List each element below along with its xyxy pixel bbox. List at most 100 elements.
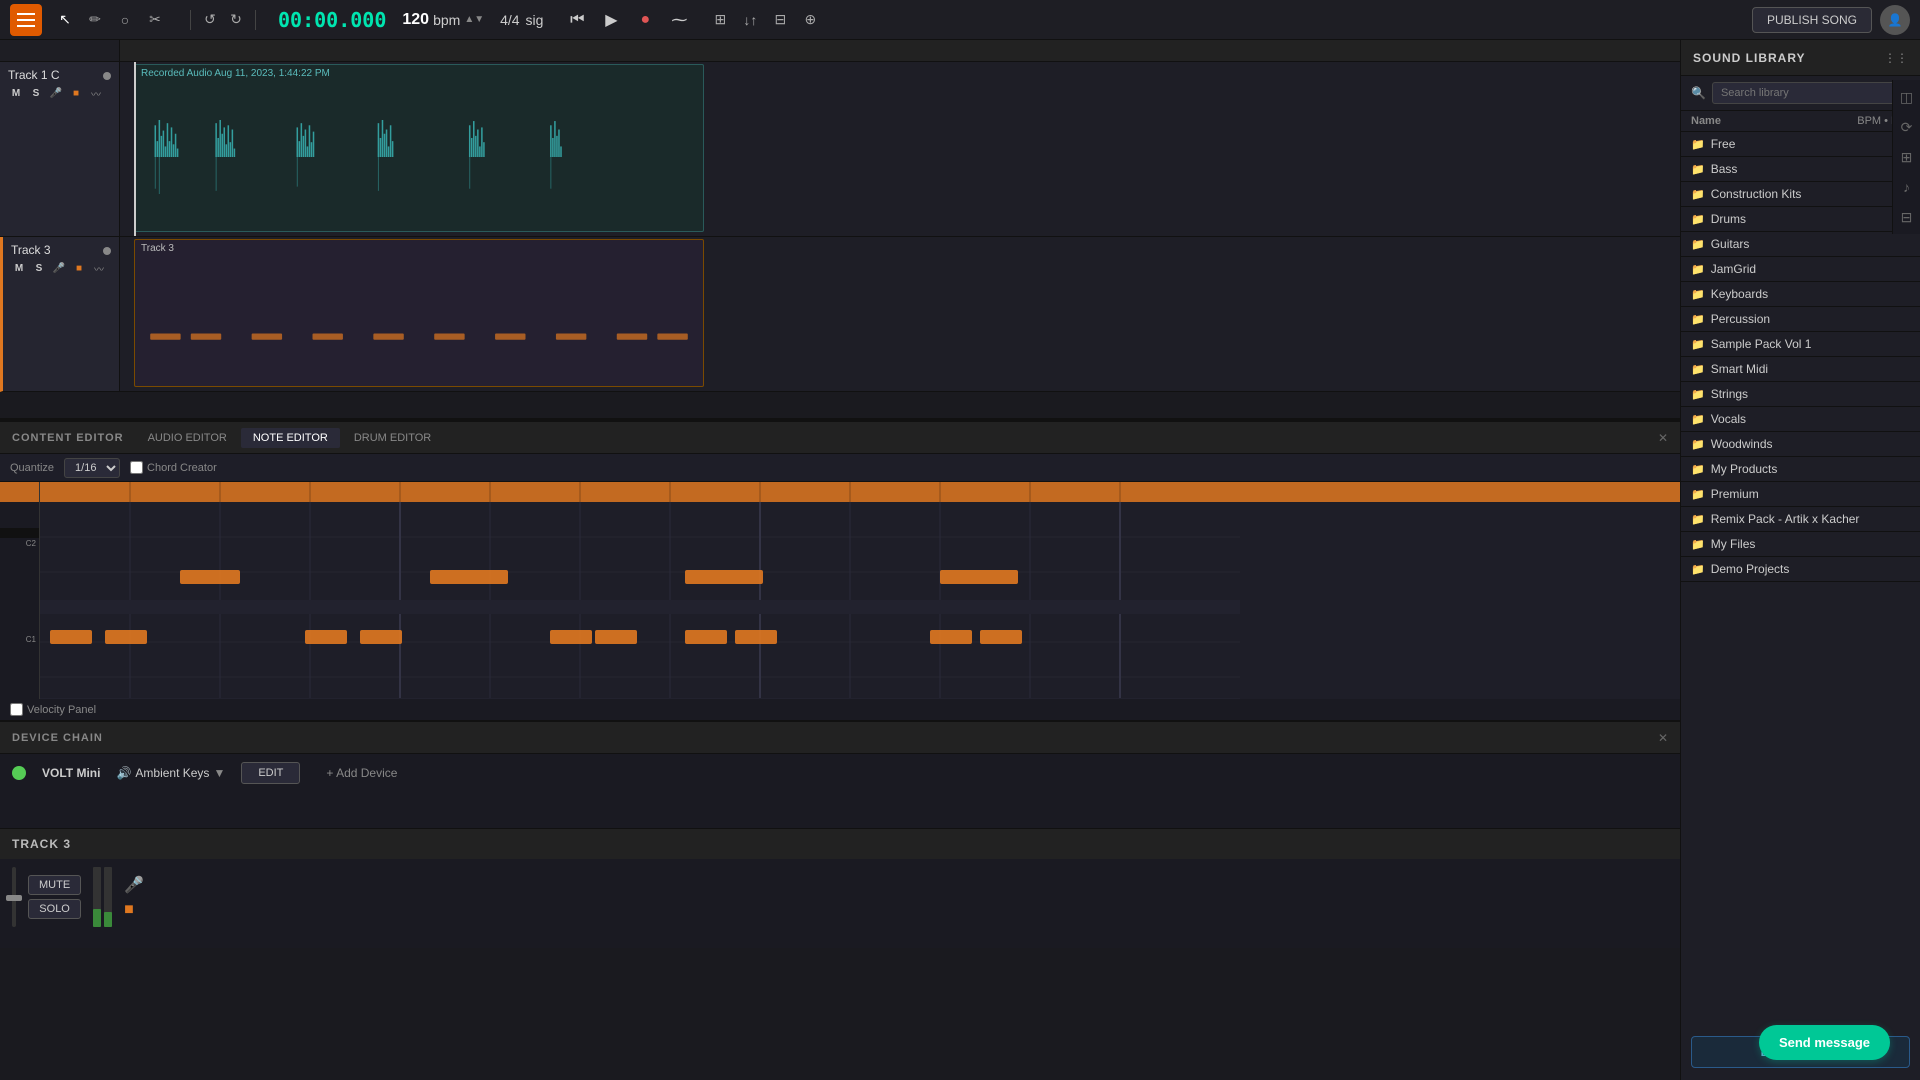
- library-item-vocals[interactable]: 📁 Vocals: [1681, 407, 1920, 432]
- transport-controls: ⏮ ▶ ● ⁓: [563, 6, 693, 34]
- vert-icon-2[interactable]: ⟳: [1896, 116, 1918, 138]
- editor-close-button[interactable]: ✕: [1658, 431, 1668, 445]
- track-3-mic[interactable]: 🎤: [51, 261, 67, 275]
- library-item-sample-pack-vol1[interactable]: 📁 Sample Pack Vol 1: [1681, 332, 1920, 357]
- track-1c-mic[interactable]: 🎤: [48, 86, 64, 100]
- quantize-select[interactable]: 1/16 1/8 1/4: [64, 458, 120, 478]
- note-block-l8[interactable]: [735, 630, 777, 644]
- track-1c-fx[interactable]: 〰: [88, 86, 104, 100]
- library-item-smart-midi[interactable]: 📁 Smart Midi: [1681, 357, 1920, 382]
- track-3-solo[interactable]: S: [31, 261, 47, 275]
- tab-drum-editor[interactable]: DRUM EDITOR: [342, 428, 443, 448]
- user-avatar[interactable]: 👤: [1880, 5, 1910, 35]
- play-button[interactable]: ▶: [597, 6, 625, 34]
- library-item-bass[interactable]: 📁 Bass: [1681, 157, 1920, 182]
- sound-library-options-button[interactable]: ⋮⋮: [1884, 51, 1908, 65]
- piano-keys: C2 C1: [0, 482, 39, 699]
- menu-button[interactable]: [10, 4, 42, 36]
- note-block-u1[interactable]: [180, 570, 240, 584]
- track-1c-content[interactable]: Recorded Audio Aug 11, 2023, 1:44:22 PM: [120, 62, 1680, 237]
- library-item-keyboards[interactable]: 📁 Keyboards: [1681, 282, 1920, 307]
- library-item-jamgrid[interactable]: 📁 JamGrid: [1681, 257, 1920, 282]
- velocity-panel-checkbox[interactable]: [10, 703, 23, 716]
- library-item-drums[interactable]: 📁 Drums: [1681, 207, 1920, 232]
- clock-tool[interactable]: ○: [112, 7, 138, 33]
- note-block-l3[interactable]: [305, 630, 347, 644]
- library-item-name-construction-kits: Construction Kits: [1711, 187, 1802, 201]
- library-item-strings[interactable]: 📁 Strings: [1681, 382, 1920, 407]
- library-item-demo-projects[interactable]: 📁 Demo Projects: [1681, 557, 1920, 582]
- rewind-button[interactable]: ⏮: [563, 6, 591, 34]
- add-device-button[interactable]: + Add Device: [316, 762, 407, 784]
- track3-fader-handle[interactable]: [6, 895, 22, 901]
- publish-button[interactable]: PUBLISH SONG: [1752, 7, 1872, 33]
- bpm-control[interactable]: 120 bpm ▲▼: [402, 11, 484, 29]
- note-grid[interactable]: [40, 482, 1680, 699]
- track-3-content[interactable]: Track 3: [120, 237, 1680, 392]
- note-block-l2[interactable]: [105, 630, 147, 644]
- track-3-mute[interactable]: M: [11, 261, 27, 275]
- fx-button[interactable]: ⊕: [797, 7, 823, 33]
- track-3-eq[interactable]: ■: [71, 261, 87, 275]
- vert-icon-1[interactable]: ◫: [1896, 86, 1918, 108]
- track-1c-knob[interactable]: [103, 72, 111, 80]
- track3-mute-button[interactable]: MUTE: [28, 875, 81, 895]
- note-block-u3[interactable]: [685, 570, 763, 584]
- piano-key-c1[interactable]: C1: [0, 630, 39, 648]
- vert-icon-5[interactable]: ⊟: [1896, 206, 1918, 228]
- note-block-l4[interactable]: [360, 630, 402, 644]
- bpm-arrows[interactable]: ▲▼: [464, 14, 484, 25]
- vert-icon-4[interactable]: ♪: [1896, 176, 1918, 198]
- track3-solo-button[interactable]: SOLO: [28, 899, 81, 919]
- scissors-tool[interactable]: ✂: [142, 7, 168, 33]
- library-item-percussion[interactable]: 📁 Percussion: [1681, 307, 1920, 332]
- send-message-button[interactable]: Send message: [1759, 1025, 1890, 1060]
- tab-audio-editor[interactable]: AUDIO EDITOR: [136, 428, 239, 448]
- redo-button[interactable]: ↻: [223, 7, 249, 33]
- piano-key-b2-flat[interactable]: [0, 528, 39, 538]
- library-item-name-guitars: Guitars: [1711, 237, 1750, 251]
- note-block-l1[interactable]: [50, 630, 92, 644]
- library-item-construction-kits[interactable]: 📁 Construction Kits: [1681, 182, 1920, 207]
- library-item-premium[interactable]: 📁 Premium: [1681, 482, 1920, 507]
- midi-clip-3[interactable]: Track 3: [134, 239, 704, 387]
- note-block-l7[interactable]: [685, 630, 727, 644]
- note-block-l6[interactable]: [595, 630, 637, 644]
- quantize-button[interactable]: ↓↑: [737, 7, 763, 33]
- tab-note-editor[interactable]: NOTE EDITOR: [241, 428, 340, 448]
- note-block-u2[interactable]: [430, 570, 508, 584]
- library-item-my-products[interactable]: 📁 My Products: [1681, 457, 1920, 482]
- vert-icon-3[interactable]: ⊞: [1896, 146, 1918, 168]
- library-item-guitars[interactable]: 📁 Guitars: [1681, 232, 1920, 257]
- undo-button[interactable]: ↺: [197, 7, 223, 33]
- track-1c-mute[interactable]: M: [8, 86, 24, 100]
- snap-button[interactable]: ⊞: [707, 7, 733, 33]
- track-3-knob[interactable]: [103, 247, 111, 255]
- pointer-tool[interactable]: ↖: [52, 7, 78, 33]
- track-1c-solo[interactable]: S: [28, 86, 44, 100]
- note-block-l9[interactable]: [930, 630, 972, 644]
- library-search-input[interactable]: [1712, 82, 1910, 104]
- library-item-woodwinds[interactable]: 📁 Woodwinds: [1681, 432, 1920, 457]
- track3-mic-icon[interactable]: 🎤: [124, 875, 144, 895]
- device-chain-close-button[interactable]: ✕: [1658, 731, 1668, 745]
- device-power-button[interactable]: [12, 766, 26, 780]
- device-edit-button[interactable]: EDIT: [241, 762, 300, 784]
- track-3-fx[interactable]: 〰: [91, 261, 107, 275]
- audio-clip-1c[interactable]: Recorded Audio Aug 11, 2023, 1:44:22 PM: [134, 64, 704, 232]
- library-item-remix-pack[interactable]: 📁 Remix Pack - Artik x Kacher: [1681, 507, 1920, 532]
- track3-eq-icon[interactable]: ■: [124, 901, 144, 919]
- align-button[interactable]: ⊟: [767, 7, 793, 33]
- library-item-my-files[interactable]: 📁 My Files: [1681, 532, 1920, 557]
- note-block-l10[interactable]: [980, 630, 1022, 644]
- device-preset-arrow[interactable]: ▼: [213, 766, 225, 780]
- note-block-u4[interactable]: [940, 570, 1018, 584]
- library-item-free[interactable]: 📁 Free: [1681, 132, 1920, 157]
- track-row-3: Track 3 M S 🎤 ■ 〰: [0, 237, 1680, 392]
- pencil-tool[interactable]: ✏: [82, 7, 108, 33]
- chord-creator-checkbox[interactable]: [130, 461, 143, 474]
- record-button[interactable]: ●: [631, 6, 659, 34]
- loop-button[interactable]: ⁓: [665, 6, 693, 34]
- note-block-l5[interactable]: [550, 630, 592, 644]
- track-1c-eq[interactable]: ■: [68, 86, 84, 100]
